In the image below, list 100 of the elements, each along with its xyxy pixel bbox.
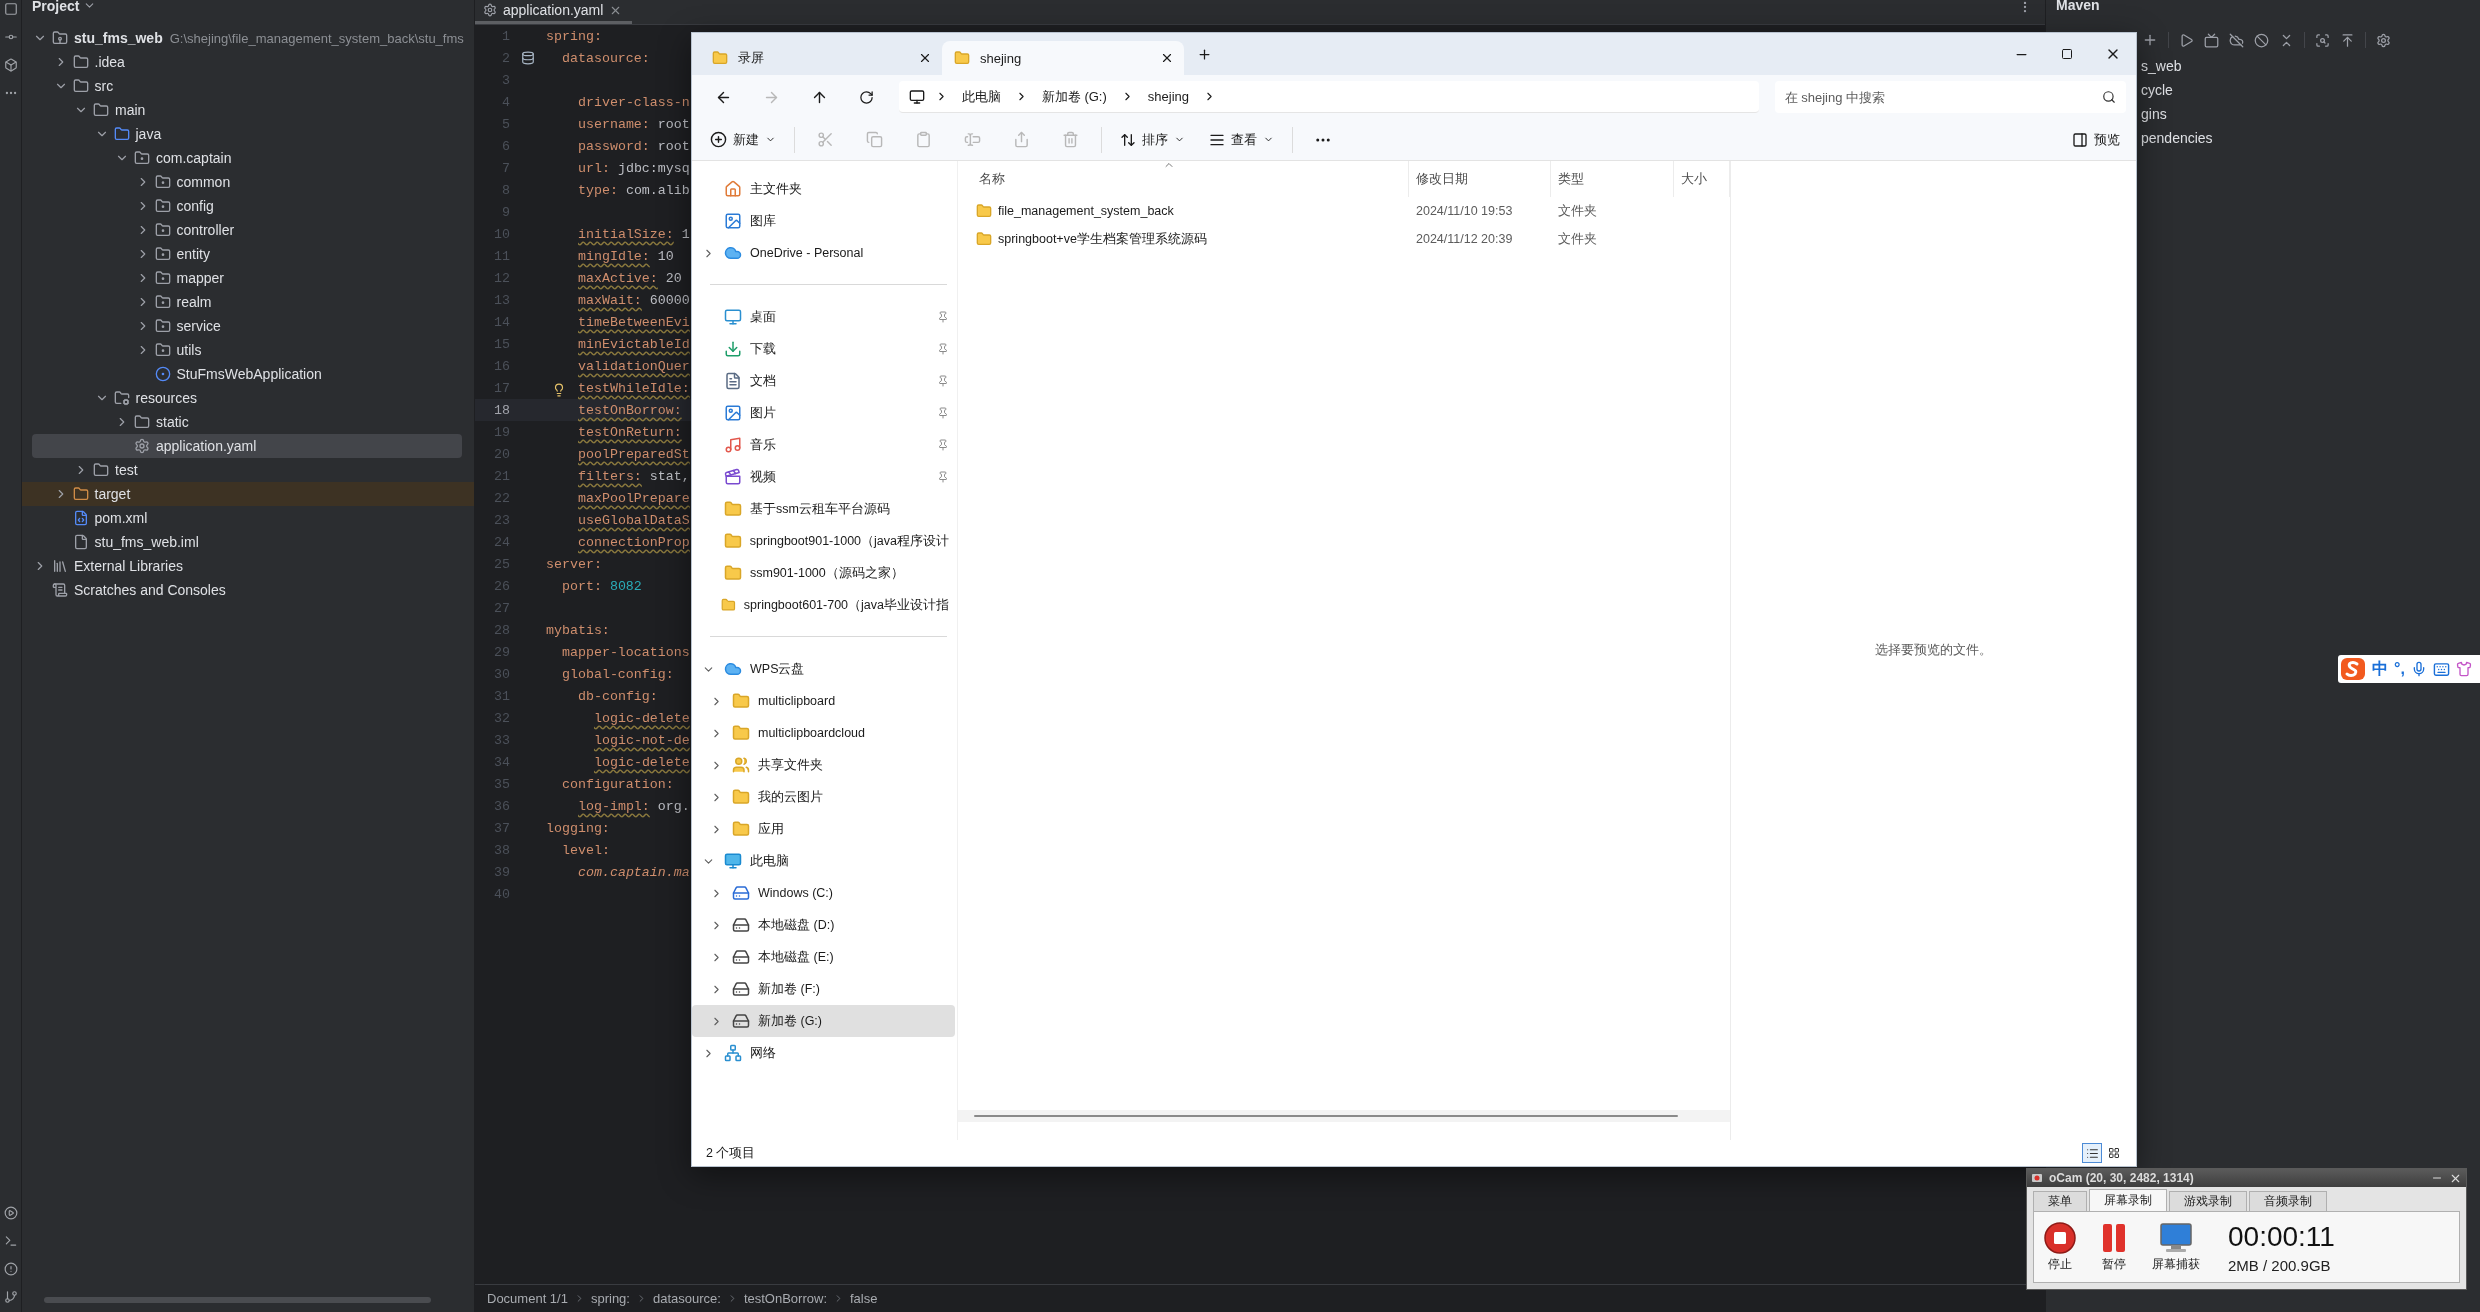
close-icon[interactable] [918,51,932,65]
tree-item[interactable]: stu_fms_web.iml [22,530,474,554]
stop-button[interactable]: 停止 [2044,1221,2076,1273]
column-header[interactable]: 名称 [979,170,1005,188]
add-icon[interactable] [2142,32,2158,48]
panel-icon[interactable] [2072,131,2088,148]
nav-item[interactable]: OneDrive - Personal [692,237,955,269]
keyboard-icon[interactable] [2432,660,2450,678]
tree-item[interactable]: .idea [22,50,474,74]
database-icon[interactable] [521,51,535,65]
tree-item[interactable]: resources [22,386,474,410]
nav-item[interactable]: springboot901-1000（java程序设计 [692,525,955,557]
maven-tree-item[interactable]: cycle [2141,78,2173,102]
tab[interactable]: 音频录制 [2249,1191,2327,1211]
nav-item[interactable]: 网络 [692,1037,955,1069]
breadcrumb-item[interactable]: testOnBorrow: [743,1291,827,1306]
breadcrumb-item[interactable]: Document 1/1 [487,1291,568,1306]
close-icon[interactable] [1160,51,1174,65]
plus-icon[interactable] [1196,46,1212,62]
tree-item[interactable]: entity [22,242,474,266]
tree-item[interactable]: test [22,458,474,482]
capture-button[interactable]: 屏幕捕获 [2152,1221,2200,1273]
nav-item[interactable]: 视频 [692,461,955,493]
breadcrumb-item[interactable]: spring: [590,1291,630,1306]
breadcrumb-item[interactable]: false [850,1291,878,1306]
analyze-icon[interactable] [2315,32,2330,48]
settings-icon[interactable] [2376,32,2391,48]
input-mode[interactable]: 中 [2372,658,2388,680]
tree-item[interactable]: utils [22,338,474,362]
nav-item[interactable]: multiclipboardcloud [692,717,955,749]
nav-item[interactable]: 新加卷 (G:) [692,1005,955,1037]
upload-icon[interactable] [2340,32,2355,48]
ban-icon[interactable] [2254,32,2269,48]
window-icon[interactable] [2204,32,2219,48]
nav-item[interactable]: 基于ssm云租车平台源码 [692,493,955,525]
nav-item[interactable]: 应用 [692,813,955,845]
nav-item[interactable]: 新加卷 (F:) [692,973,955,1005]
breadcrumb-item[interactable]: datasource: [652,1291,721,1306]
maven-tree-item[interactable]: s_web [2141,54,2182,78]
tree-item[interactable]: External Libraries [22,554,474,578]
tab[interactable]: 菜单 [2033,1191,2087,1211]
nav-item[interactable]: 此电脑 [692,845,955,877]
editor-tab[interactable]: application.yaml [475,0,633,24]
maven-tree-item[interactable]: pendencies [2141,126,2213,150]
nav-item[interactable]: 共享文件夹 [692,749,955,781]
nav-item[interactable]: 本地磁盘 (D:) [692,909,955,941]
tree-item[interactable]: static [22,410,474,434]
search-field[interactable]: 在 shejing 中搜索 [1774,81,2126,113]
punctuation-mode[interactable]: °, [2394,660,2405,678]
panel-title[interactable]: Project [32,0,80,14]
tree-item[interactable]: com.captain [22,146,474,170]
column-header[interactable]: 大小 [1681,170,1707,188]
new-button[interactable]: 新建 [704,123,782,156]
scrollbar[interactable] [974,1115,1678,1117]
breadcrumb-item[interactable]: shejing [1143,89,1193,104]
nav-item[interactable]: 文档 [692,365,955,397]
view-button[interactable]: 查看 [1203,123,1280,156]
maven-tree-item[interactable]: gins [2141,102,2167,126]
tree-item[interactable]: mapper [22,266,474,290]
tree-item[interactable]: realm [22,290,474,314]
file-row[interactable]: file_management_system_back 2024/11/10 19:53 文件夹 [958,197,1730,225]
nav-item[interactable]: 图库 [692,205,955,237]
cloud-off-icon[interactable] [2229,32,2244,48]
tree-item[interactable]: controller [22,218,474,242]
tree-item[interactable]: main [22,98,474,122]
tree-item[interactable]: application.yaml [32,434,462,458]
nav-item[interactable]: WPS云盘 [692,653,955,685]
breadcrumb-item[interactable]: 此电脑 [957,87,1005,106]
nav-item[interactable]: 图片 [692,397,955,429]
nav-item[interactable]: 本地磁盘 (E:) [692,941,955,973]
nav-item[interactable]: Windows (C:) [692,877,955,909]
plus-circle-icon[interactable] [710,131,727,148]
pause-button[interactable]: 暂停 [2098,1221,2130,1273]
run-icon[interactable] [2179,32,2194,48]
lightbulb-icon[interactable] [552,382,566,397]
tree-item[interactable]: pom.xml [22,506,474,530]
nav-item[interactable]: 音乐 [692,429,955,461]
maximize-icon[interactable] [2061,48,2073,60]
tree-item[interactable]: service [22,314,474,338]
window-tab[interactable]: shejing [942,41,1184,75]
tree-item[interactable]: common [22,170,474,194]
refresh-icon[interactable] [859,89,875,105]
tree-item[interactable]: target [22,482,474,506]
nav-item[interactable]: 下载 [692,333,955,365]
preview-button[interactable]: 预览 [2066,123,2126,156]
project-tool-icon[interactable] [3,2,18,16]
sort-icon[interactable] [1120,131,1136,148]
nav-item[interactable]: ssm901-1000（源码之家） [692,557,955,589]
tree-item[interactable]: Scratches and Consoles [22,578,474,602]
run-tool-icon[interactable] [3,1206,18,1220]
git-tool-icon[interactable] [3,1290,18,1304]
column-header[interactable]: 修改日期 [1416,170,1468,188]
scrollbar[interactable] [44,1297,431,1303]
tree-item[interactable]: StuFmsWebApplication [22,362,474,386]
box-tool-icon[interactable] [3,58,18,72]
nav-item[interactable]: 桌面 [692,301,955,333]
tree-item[interactable]: src [22,74,474,98]
nav-item[interactable]: 主文件夹 [692,173,955,205]
tree-item[interactable]: stu_fms_web G:\shejing\file_management_system_back\stu_fms [22,26,474,50]
tab[interactable]: 屏幕录制 [2089,1189,2167,1211]
